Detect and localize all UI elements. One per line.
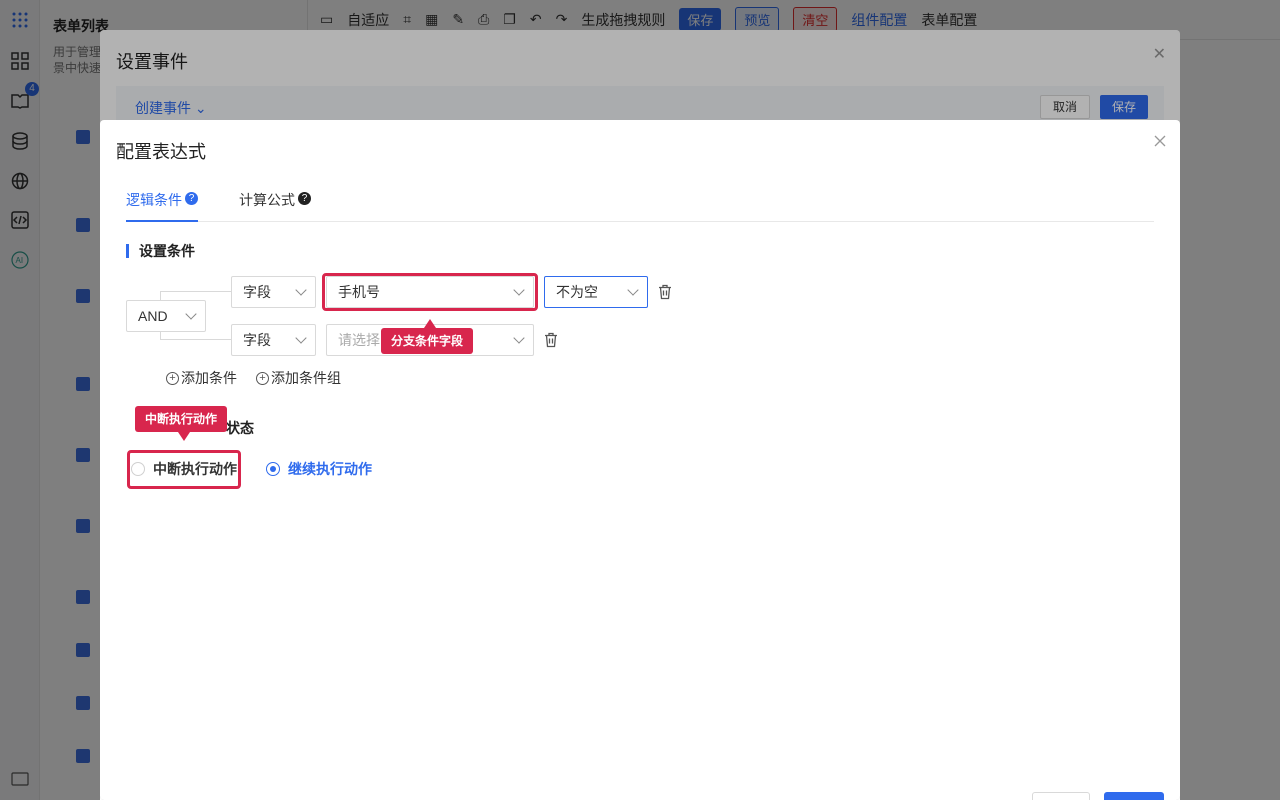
callout-interrupt-action: 中断执行动作 [135, 406, 228, 432]
help-icon[interactable]: ? [185, 192, 198, 205]
dialog-confirm-button[interactable] [1104, 792, 1164, 800]
tree-connector [160, 339, 231, 340]
callout-arrow [424, 319, 436, 328]
delete-icon[interactable] [658, 284, 674, 300]
tab-calc-formula[interactable]: 计算公式 ? [239, 190, 311, 222]
plus-circle-icon: + [256, 371, 269, 385]
delete-icon[interactable] [544, 332, 560, 348]
callout-arrow [178, 432, 190, 441]
chevron-down-icon [295, 332, 307, 344]
chevron-down-icon [295, 284, 307, 296]
condition-type-select[interactable]: 字段 [231, 324, 316, 356]
radio-circle [266, 462, 280, 476]
chevron-down-icon [627, 284, 639, 296]
callout-branch-field: 分支条件字段 [381, 328, 474, 354]
tree-connector [160, 291, 231, 292]
chevron-down-icon [185, 308, 197, 320]
highlight-interrupt-radio [127, 450, 241, 489]
expression-tabs: 逻辑条件 ? 计算公式 ? [126, 180, 1154, 222]
logic-operator-select[interactable]: AND [126, 300, 206, 332]
expression-dialog: 配置表达式 逻辑条件 ? 计算公式 ? 设置条件 AND 字段 手机号 不为空 … [100, 120, 1180, 800]
add-condition-group-button[interactable]: + 添加条件组 [256, 368, 341, 388]
condition-type-select[interactable]: 字段 [231, 276, 316, 308]
close-icon[interactable] [1154, 134, 1166, 152]
section-title-conditions: 设置条件 [126, 244, 195, 258]
expression-dialog-title: 配置表达式 [116, 142, 206, 162]
highlight-field-select [322, 273, 538, 311]
plus-circle-icon: + [166, 371, 179, 385]
chevron-down-icon [513, 332, 525, 344]
tab-logic-condition[interactable]: 逻辑条件 ? [126, 190, 198, 222]
add-condition-button[interactable]: + 添加条件 [166, 368, 237, 388]
help-icon[interactable]: ? [298, 192, 311, 205]
dialog-cancel-button[interactable] [1032, 792, 1090, 800]
radio-continue-action[interactable]: 继续执行动作 [266, 459, 372, 479]
condition-operator-select[interactable]: 不为空 [544, 276, 648, 308]
